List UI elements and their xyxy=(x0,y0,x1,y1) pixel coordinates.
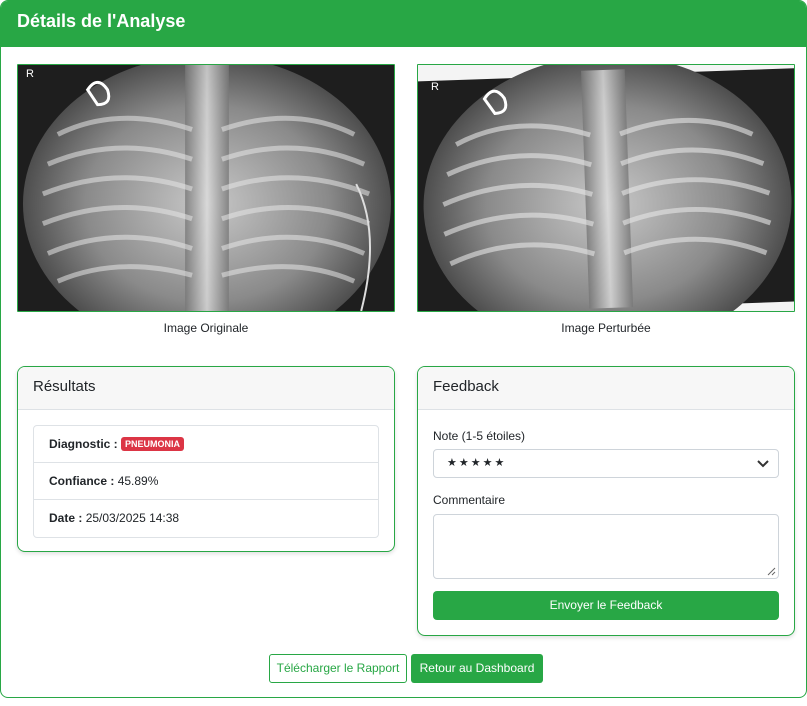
chevron-down-icon xyxy=(757,460,769,468)
perturbed-image-caption: Image Perturbée xyxy=(561,321,651,335)
date-value: 25/03/2025 14:38 xyxy=(85,511,180,525)
results-panel: Résultats Diagnostic : PNEUMONIA Confian… xyxy=(17,366,395,552)
page-title: Détails de l'Analyse xyxy=(1,1,806,47)
back-to-dashboard-button[interactable]: Retour au Dashboard xyxy=(411,654,543,683)
results-title: Résultats xyxy=(18,367,394,410)
analysis-details-card: Détails de l'Analyse R Image Originale R… xyxy=(0,0,807,698)
results-list: Diagnostic : PNEUMONIA Confiance : 45.89… xyxy=(33,425,379,538)
diagnostic-label: Diagnostic : xyxy=(49,437,118,451)
diagnostic-badge: PNEUMONIA xyxy=(121,437,185,451)
submit-feedback-button[interactable]: Envoyer le Feedback xyxy=(433,591,779,620)
rating-select[interactable]: ★★★★★ xyxy=(433,449,779,478)
confidence-label: Confiance : xyxy=(49,474,115,488)
comment-textarea[interactable] xyxy=(433,514,779,579)
confidence-row: Confiance : 45.89% xyxy=(34,463,378,500)
image-marker-r: R xyxy=(431,81,439,93)
date-label: Date : xyxy=(49,511,83,525)
confidence-value: 45.89% xyxy=(117,474,159,488)
original-xray-image xyxy=(17,64,395,312)
feedback-panel: Feedback Note (1-5 étoiles) ★★★★★ Commen… xyxy=(417,366,795,636)
diagnostic-row: Diagnostic : PNEUMONIA xyxy=(34,426,378,463)
perturbed-xray-image xyxy=(417,64,795,312)
resize-grip-icon[interactable] xyxy=(766,566,776,576)
comment-label: Commentaire xyxy=(433,493,506,507)
original-image-caption: Image Originale xyxy=(163,321,249,335)
rating-selected-value: ★★★★★ xyxy=(447,457,507,469)
date-row: Date : 25/03/2025 14:38 xyxy=(34,500,378,537)
feedback-title: Feedback xyxy=(418,367,794,410)
rating-label: Note (1-5 étoiles) xyxy=(433,429,526,443)
download-report-button[interactable]: Télécharger le Rapport xyxy=(269,654,407,683)
image-marker-r: R xyxy=(26,68,34,80)
